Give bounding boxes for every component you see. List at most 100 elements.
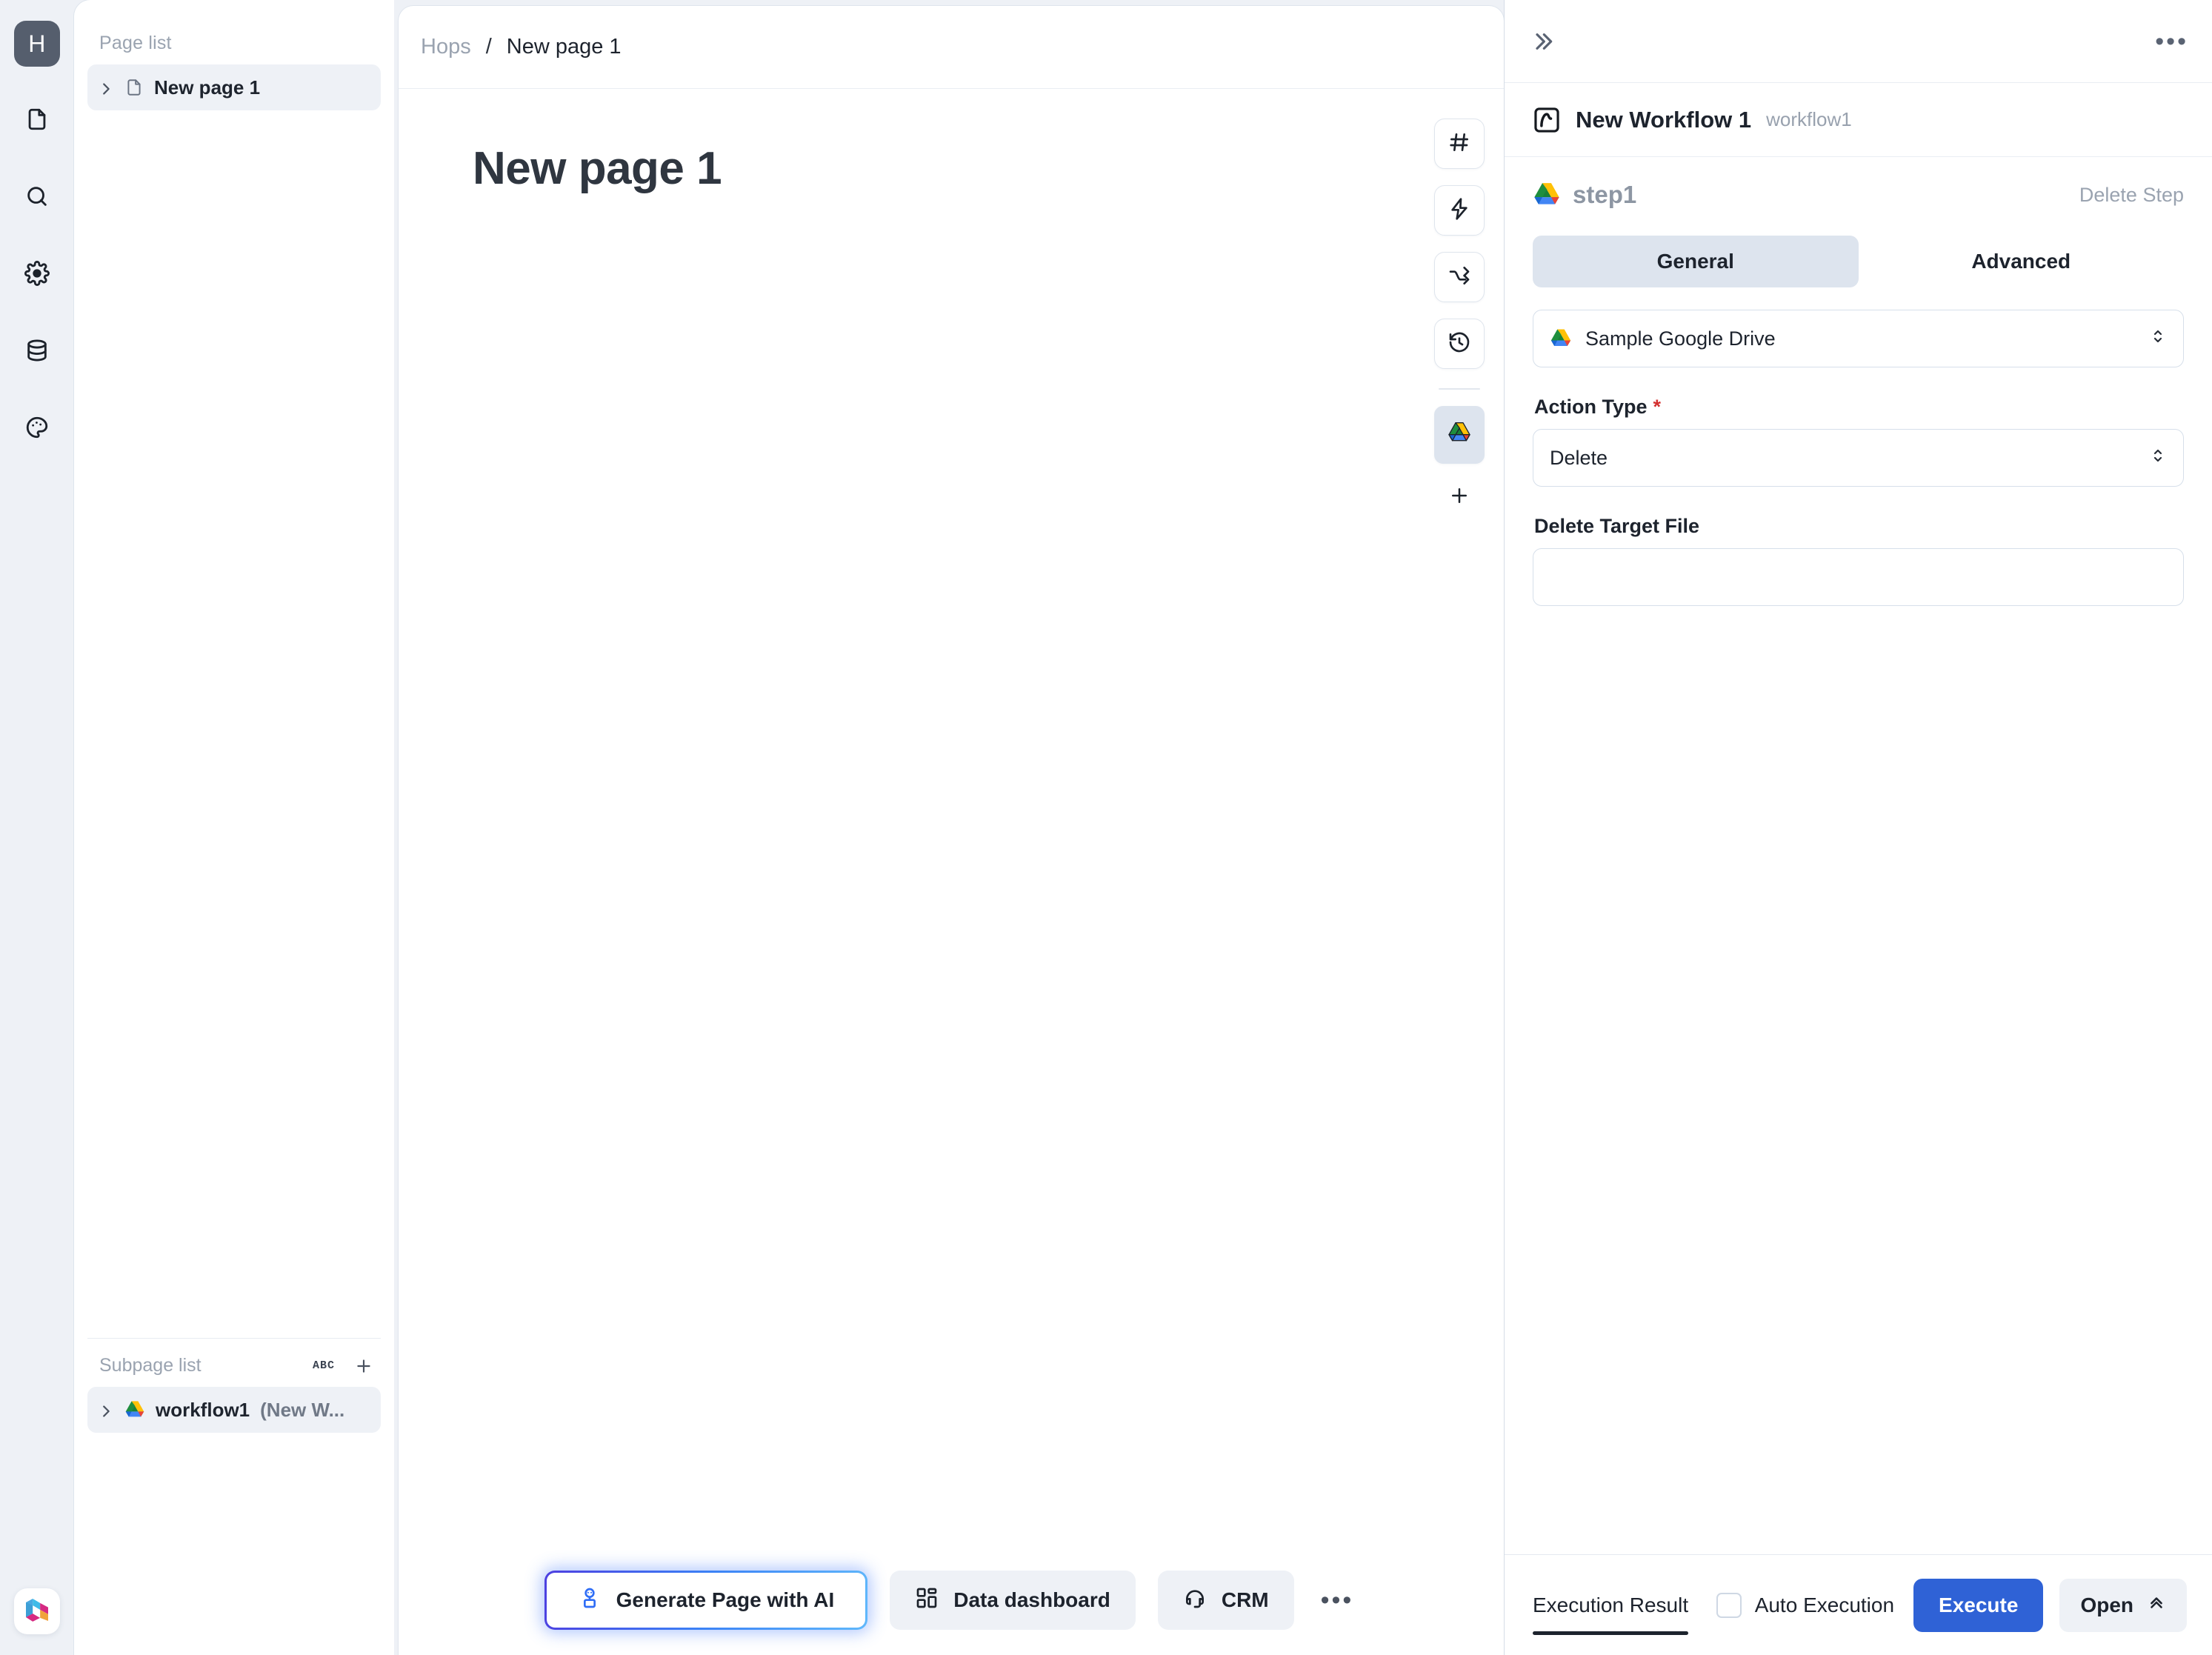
data-dashboard-button[interactable]: Data dashboard: [890, 1571, 1136, 1630]
canvas-toolbar: [1434, 119, 1485, 514]
lightning-icon: [1448, 197, 1471, 224]
crm-button[interactable]: CRM: [1157, 1571, 1294, 1630]
toolbar-divider: [1439, 388, 1480, 390]
data-dashboard-label: Data dashboard: [953, 1588, 1110, 1611]
workflow-header: New Workflow 1 workflow1: [1505, 83, 2212, 157]
subpage-list-header: Subpage list: [99, 1355, 201, 1376]
page-list-item-label: New page 1: [154, 76, 261, 99]
google-drive-icon: [1550, 327, 1572, 350]
toolbar-variables-button[interactable]: [1434, 119, 1485, 169]
app-root: H Page list New page 1 Subpage list ABC …: [0, 0, 2212, 1655]
action-type-select[interactable]: Delete: [1533, 429, 2184, 487]
hash-icon: [1448, 130, 1471, 158]
document-icon: [24, 107, 50, 136]
delete-target-file-input[interactable]: [1533, 548, 2184, 606]
toolbar-actions-button[interactable]: [1434, 185, 1485, 236]
required-marker: *: [1653, 396, 1662, 418]
sidebar-item-search[interactable]: [14, 175, 60, 221]
chevron-right-icon[interactable]: [98, 79, 114, 96]
generate-page-with-ai-label: Generate Page with AI: [616, 1588, 835, 1611]
breadcrumb-current: New page 1: [506, 35, 622, 59]
workflow-name: New Workflow 1: [1576, 106, 1752, 133]
toolbar-google-drive-button[interactable]: [1434, 406, 1485, 464]
auto-execution-label: Auto Execution: [1754, 1593, 1895, 1616]
breadcrumb-root[interactable]: Hops: [421, 35, 471, 59]
collapse-panel-icon[interactable]: [1528, 27, 1558, 56]
list-item[interactable]: workflow1 (New W...: [87, 1387, 381, 1433]
workflow-id: workflow1: [1766, 108, 1852, 130]
toolbar-history-button[interactable]: [1434, 319, 1485, 369]
panel-more-icon[interactable]: •••: [2155, 29, 2188, 54]
google-drive-icon: [1448, 421, 1471, 450]
execute-button[interactable]: Execute: [1913, 1578, 2044, 1632]
step-form: Sample Google Drive Action Type * Delete…: [1505, 287, 2212, 606]
breadcrumb: Hops / New page 1: [399, 6, 1504, 89]
center-column: Hops / New page 1 New page 1 Generate Pa…: [394, 0, 1504, 1655]
sidebar-item-settings[interactable]: [14, 252, 60, 298]
database-icon: [24, 338, 50, 367]
auto-execution-toggle[interactable]: Auto Execution: [1716, 1592, 1895, 1618]
document-icon: [124, 78, 144, 97]
search-icon: [24, 184, 50, 213]
action-type-label-row: Action Type *: [1534, 396, 2184, 419]
robot-icon: [578, 1586, 602, 1615]
action-type-select-value: Delete: [1550, 446, 1608, 469]
list-item[interactable]: New page 1: [87, 64, 381, 110]
add-subpage-icon[interactable]: [354, 1356, 373, 1376]
page-canvas[interactable]: New page 1 Generate Page with AI Data da…: [399, 89, 1504, 1655]
auto-execution-checkbox[interactable]: [1716, 1592, 1742, 1618]
subpage-item-suffix: (New W...: [260, 1398, 345, 1421]
workflow-panel: ••• New Workflow 1 workflow1 step1 Delet…: [1504, 0, 2212, 1655]
icon-rail: H: [0, 0, 74, 1655]
more-widgets-button[interactable]: •••: [1316, 1588, 1359, 1613]
chevron-updown-icon: [2149, 445, 2167, 471]
sort-alpha-icon[interactable]: ABC: [313, 1359, 335, 1372]
page-list-header: Page list: [99, 33, 172, 53]
page-list-panel: Page list New page 1 Subpage list ABC wo…: [74, 0, 394, 1655]
open-button-label: Open: [2080, 1593, 2133, 1616]
page-list-items: New page 1: [74, 64, 394, 110]
headset-icon: [1183, 1586, 1207, 1615]
generate-page-with-ai-button[interactable]: Generate Page with AI: [544, 1571, 868, 1630]
canvas-bottom-bar: Generate Page with AI Data dashboard CRM: [399, 1545, 1504, 1655]
page-title[interactable]: New page 1: [399, 89, 1504, 195]
google-drive-icon: [1533, 181, 1561, 209]
open-button[interactable]: Open: [2059, 1578, 2187, 1632]
sidebar-item-theme[interactable]: [14, 406, 60, 452]
step-name[interactable]: step1: [1573, 181, 1636, 209]
plus-icon: [1448, 484, 1470, 510]
tab-general[interactable]: General: [1533, 236, 1859, 287]
breadcrumb-separator: /: [485, 35, 492, 59]
tab-advanced[interactable]: Advanced: [1859, 236, 2185, 287]
subpage-list-header-row: Subpage list ABC: [74, 1339, 394, 1387]
chevron-double-up-icon: [2147, 1593, 2166, 1617]
avatar[interactable]: H: [14, 21, 60, 67]
shuffle-icon: [1448, 264, 1471, 291]
delete-target-file-label: Delete Target File: [1534, 515, 1700, 537]
subpage-item-label: workflow1: [156, 1398, 250, 1421]
tab-execution-result[interactable]: Execution Result: [1533, 1571, 1689, 1639]
workflow-icon: [1533, 106, 1561, 134]
chevron-updown-icon: [2149, 326, 2167, 352]
delete-target-file-label-row: Delete Target File: [1534, 515, 2184, 538]
editor-card: Hops / New page 1 New page 1 Generate Pa…: [399, 6, 1504, 1655]
workflow-panel-toolbar: •••: [1505, 0, 2212, 83]
palette-icon: [24, 415, 50, 444]
crm-label: CRM: [1221, 1588, 1269, 1611]
brand-logo[interactable]: [14, 1588, 60, 1634]
action-type-label: Action Type: [1534, 396, 1648, 418]
toolbar-branch-button[interactable]: [1434, 252, 1485, 302]
delete-step-button[interactable]: Delete Step: [2079, 184, 2184, 207]
subpage-list-items: workflow1 (New W...: [74, 1387, 394, 1433]
history-icon: [1448, 330, 1471, 358]
hops-logo-icon: [22, 1595, 52, 1628]
chevron-right-icon[interactable]: [98, 1402, 114, 1418]
google-drive-icon: [124, 1399, 145, 1420]
sidebar-item-pages[interactable]: [14, 98, 60, 144]
step-tabs: General Advanced: [1505, 219, 2212, 287]
connection-select[interactable]: Sample Google Drive: [1533, 310, 2184, 367]
gear-icon: [24, 260, 50, 290]
sidebar-item-database[interactable]: [14, 329, 60, 375]
connection-select-value: Sample Google Drive: [1585, 327, 1776, 350]
toolbar-add-button[interactable]: [1434, 480, 1485, 514]
